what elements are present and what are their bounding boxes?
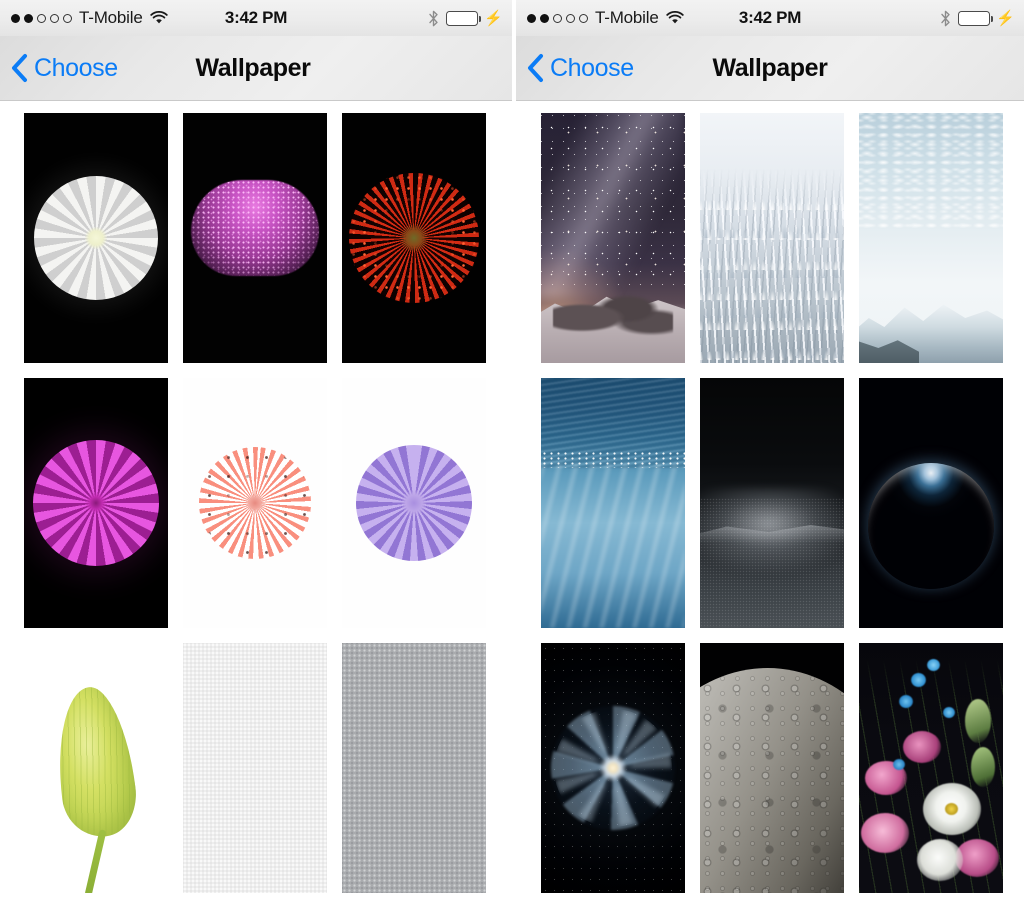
signal-strength-dots (527, 13, 588, 23)
wallpaper-row (516, 378, 1024, 628)
back-button[interactable]: Choose (0, 53, 118, 83)
status-bar-right: ⚡ (428, 0, 503, 36)
wallpaper-thumbnail-light-gray-dotted-texture[interactable] (183, 643, 327, 893)
battery-icon (446, 10, 482, 26)
wifi-icon (665, 11, 684, 25)
status-bar-right: ⚡ (940, 0, 1015, 36)
status-bar: T-Mobile 3:42 PM ⚡ (0, 0, 512, 36)
signal-strength-dots (11, 13, 72, 23)
carrier-label: T-Mobile (79, 8, 143, 27)
wallpaper-row (516, 643, 1024, 893)
battery-icon (958, 10, 994, 26)
signal-dot-2 (540, 13, 549, 23)
status-bar-left: T-Mobile (516, 8, 684, 28)
chevron-left-icon (10, 53, 28, 83)
wallpaper-thumbnail-white-dahlia-on-black[interactable] (24, 113, 168, 363)
signal-dot-4 (50, 13, 59, 23)
lightning-bolt-icon: ⚡ (996, 9, 1015, 27)
wallpaper-thumbnail-snowy-mountain-range[interactable] (859, 113, 1003, 363)
dual-screenshot-comparison: T-Mobile 3:42 PM ⚡ Choose Wallpaper T-Mo… (0, 0, 1024, 904)
signal-dot-4 (566, 13, 575, 23)
back-button-label: Choose (34, 53, 118, 82)
signal-dot-3 (553, 13, 562, 23)
navigation-bar: Choose Wallpaper (516, 36, 1024, 101)
back-button[interactable]: Choose (516, 53, 634, 83)
wallpaper-thumbnail-frosted-pine-forest[interactable] (700, 113, 844, 363)
signal-dot-2 (24, 13, 33, 23)
wallpaper-row (0, 643, 512, 893)
lightning-bolt-icon: ⚡ (484, 9, 503, 27)
wallpaper-grid (0, 101, 512, 904)
wallpaper-thumbnail-purple-allium-on-black[interactable] (183, 113, 327, 363)
navigation-bar: Choose Wallpaper (0, 36, 512, 101)
wallpaper-row (516, 113, 1024, 363)
wallpaper-thumbnail-purple-dahlia-on-white[interactable] (342, 378, 486, 628)
wallpaper-thumbnail-medium-gray-dotted-texture[interactable] (342, 643, 486, 893)
wallpaper-row (0, 113, 512, 363)
wallpaper-thumbnail-coral-spider-mum-on-white[interactable] (183, 378, 327, 628)
clock-label: 3:42 PM (224, 8, 288, 27)
signal-dot-5 (63, 13, 72, 23)
signal-dot-1 (11, 13, 20, 23)
phone-screen-left: T-Mobile 3:42 PM ⚡ Choose Wallpaper (0, 0, 512, 904)
status-bar-left: T-Mobile (0, 8, 168, 28)
wallpaper-thumbnail-starry-night-snowy-mountain[interactable] (541, 113, 685, 363)
bluetooth-icon (940, 10, 951, 27)
back-button-label: Choose (550, 53, 634, 82)
wallpaper-thumbnail-green-hosta-leaf-on-white[interactable] (24, 643, 168, 893)
wallpaper-thumbnail-red-spider-chrysanthemum-on-black[interactable] (342, 113, 486, 363)
signal-dot-1 (527, 13, 536, 23)
status-bar: T-Mobile 3:42 PM ⚡ (516, 0, 1024, 36)
wallpaper-row (0, 378, 512, 628)
wallpaper-thumbnail-dark-floral-bouquet[interactable] (859, 643, 1003, 893)
wifi-icon (149, 11, 168, 25)
wallpaper-thumbnail-cratered-moon-surface[interactable] (700, 643, 844, 893)
wallpaper-thumbnail-crescent-earth-from-space[interactable] (859, 378, 1003, 628)
wallpaper-thumbnail-underwater-ocean-light-rays[interactable] (541, 378, 685, 628)
signal-dot-3 (37, 13, 46, 23)
wallpaper-grid (516, 101, 1024, 904)
bluetooth-icon (428, 10, 439, 27)
wallpaper-thumbnail-moonlit-sand-dunes[interactable] (700, 378, 844, 628)
wallpaper-thumbnail-spiral-galaxy[interactable] (541, 643, 685, 893)
clock-label: 3:42 PM (738, 8, 802, 27)
carrier-label: T-Mobile (595, 8, 659, 27)
signal-dot-5 (579, 13, 588, 23)
chevron-left-icon (526, 53, 544, 83)
phone-screen-right: T-Mobile 3:42 PM ⚡ Choose Wallpaper (512, 0, 1024, 904)
wallpaper-thumbnail-magenta-dahlia-on-black[interactable] (24, 378, 168, 628)
